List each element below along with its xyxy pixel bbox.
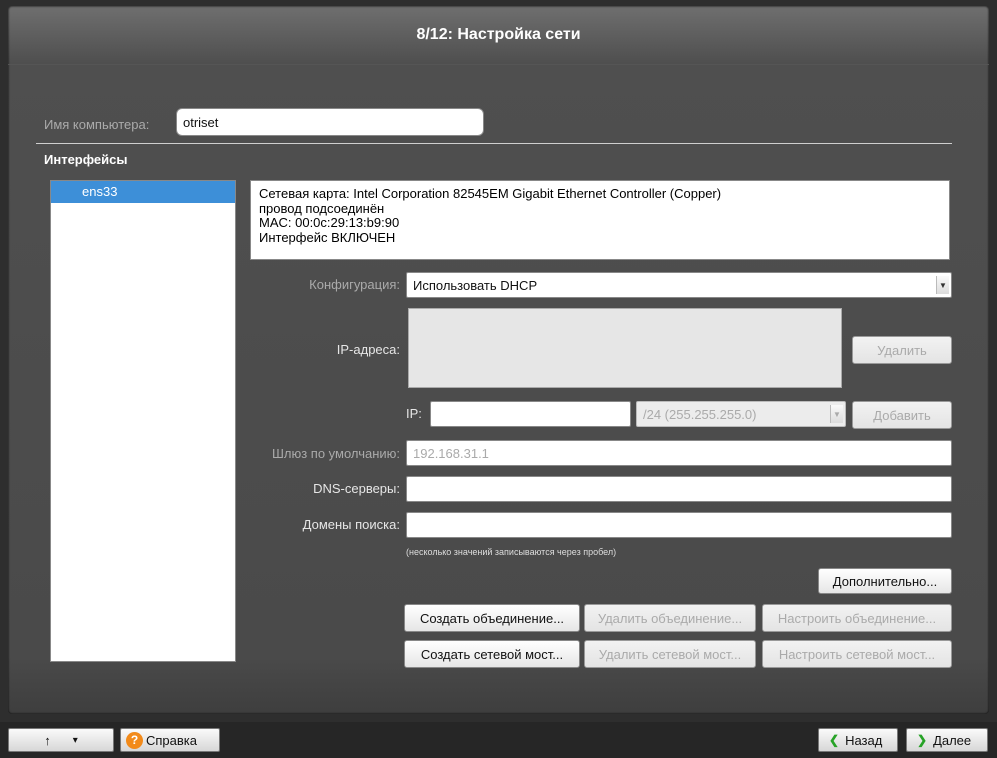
ip-input[interactable] bbox=[430, 401, 631, 427]
dns-label: DNS-серверы: bbox=[313, 481, 400, 496]
delete-bridge-button[interactable]: Удалить сетевой мост... bbox=[584, 640, 756, 668]
interface-item-ens33[interactable]: ens33 bbox=[51, 181, 235, 203]
separator bbox=[36, 143, 952, 144]
back-button[interactable]: ❮ Назад bbox=[818, 728, 898, 752]
interfaces-list[interactable]: ens33 bbox=[50, 180, 236, 662]
delete-bond-button[interactable]: Удалить объединение... bbox=[584, 604, 756, 632]
ip-list-label: IP-адреса: bbox=[336, 342, 400, 357]
chevron-down-icon: ▼ bbox=[936, 276, 949, 294]
dns-input[interactable] bbox=[406, 476, 952, 502]
chevron-right-icon: ❯ bbox=[917, 733, 928, 747]
setup-bond-button[interactable]: Настроить объединение... bbox=[762, 604, 952, 632]
gateway-label: Шлюз по умолчанию: bbox=[271, 446, 400, 461]
window-title: 8/12: Настройка сети bbox=[8, 6, 989, 65]
next-button[interactable]: ❯ Далее bbox=[906, 728, 988, 752]
search-domains-input[interactable] bbox=[406, 512, 952, 538]
next-label: Далее bbox=[933, 732, 972, 748]
config-select[interactable]: Использовать DHCP ▼ bbox=[406, 272, 952, 298]
create-bridge-button[interactable]: Создать сетевой мост... bbox=[404, 640, 580, 668]
setup-bridge-button[interactable]: Настроить сетевой мост... bbox=[762, 640, 952, 668]
hostname-label: Имя компьютера: bbox=[44, 117, 150, 132]
create-bond-button[interactable]: Создать объединение... bbox=[404, 604, 580, 632]
interface-info: Сетевая карта: Intel Corporation 82545EM… bbox=[250, 180, 950, 260]
hostname-input[interactable]: otriset bbox=[176, 108, 484, 136]
hint-text: (несколько значений записываются через п… bbox=[406, 547, 617, 557]
chevron-down-icon[interactable]: ▾ bbox=[73, 735, 78, 746]
ip-address-list[interactable] bbox=[408, 308, 842, 388]
advanced-button[interactable]: Дополнительно... bbox=[818, 568, 952, 594]
arrow-up-icon: ↑ bbox=[44, 732, 51, 748]
up-button[interactable]: ↑ ▾ bbox=[8, 728, 114, 752]
help-icon: ? bbox=[126, 731, 143, 749]
interfaces-heading: Интерфейсы bbox=[44, 152, 128, 167]
info-line: MAC: 00:0c:29:13:b9:90 bbox=[259, 215, 400, 230]
help-label: Справка bbox=[146, 732, 197, 748]
back-label: Назад bbox=[845, 732, 883, 748]
info-line: провод подсоединён bbox=[259, 200, 385, 216]
chevron-left-icon: ❮ bbox=[829, 733, 840, 747]
netmask-select[interactable]: /24 (255.255.255.0) ▼ bbox=[636, 401, 846, 427]
ip-label: IP: bbox=[406, 406, 422, 421]
info-line: Сетевая карта: Intel Corporation 82545EM… bbox=[259, 186, 722, 201]
help-button[interactable]: ? Справка bbox=[120, 728, 220, 752]
config-label: Конфигурация: bbox=[309, 277, 400, 292]
add-ip-button[interactable]: Добавить bbox=[852, 401, 952, 429]
info-line: Интерфейс ВКЛЮЧЕН bbox=[259, 229, 396, 245]
gateway-input[interactable]: 192.168.31.1 bbox=[406, 440, 952, 466]
chevron-down-icon: ▼ bbox=[830, 405, 843, 423]
search-domains-label: Домены поиска: bbox=[302, 517, 400, 532]
delete-ip-button[interactable]: Удалить bbox=[852, 336, 952, 364]
